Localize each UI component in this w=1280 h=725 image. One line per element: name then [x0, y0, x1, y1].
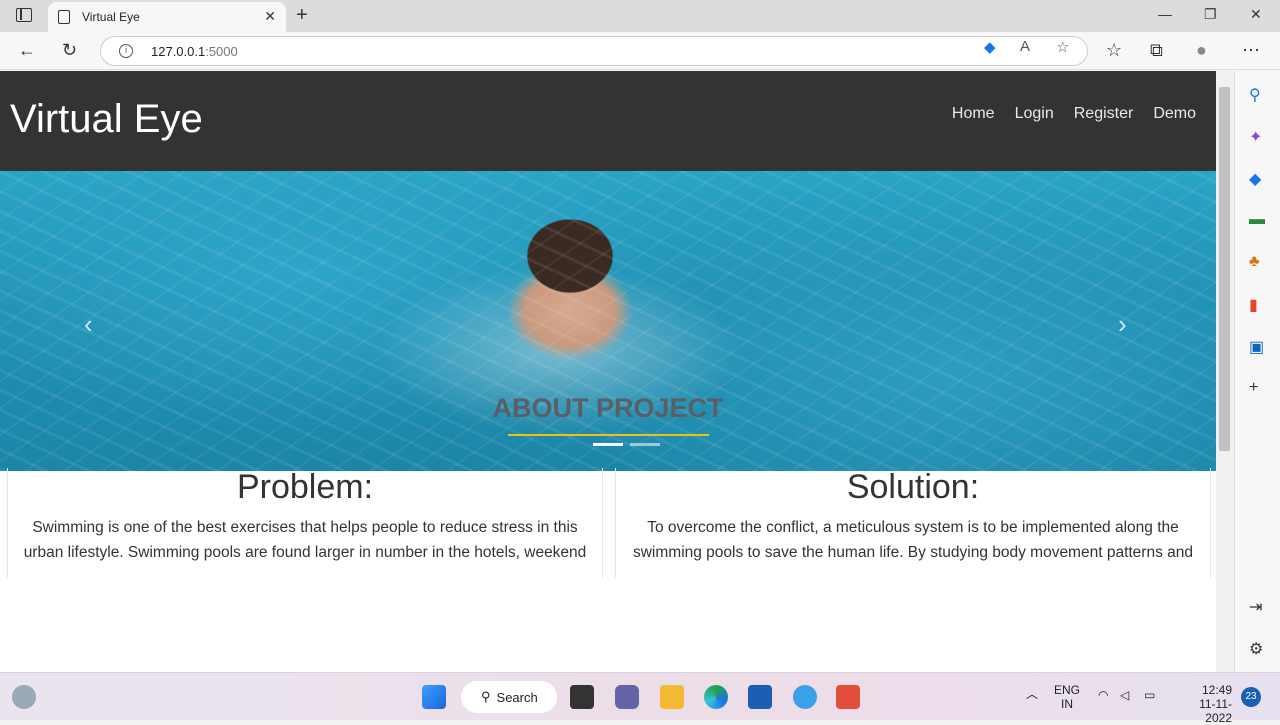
clock[interactable]: 12:49 11-11-2022	[1176, 683, 1232, 725]
settings-icon[interactable]: ⚙	[1249, 639, 1263, 659]
tab-actions-icon[interactable]	[16, 8, 32, 22]
search-icon[interactable]: ⚲	[1249, 85, 1261, 105]
about-underline	[508, 434, 709, 436]
hide-sidebar-icon[interactable]: ⇥	[1249, 597, 1262, 617]
language-indicator[interactable]: ENG IN	[1054, 683, 1080, 711]
tools-icon[interactable]: ▬	[1249, 211, 1265, 229]
menu-register[interactable]: Register	[1074, 105, 1134, 123]
clock-date: 11-11-2022	[1199, 697, 1232, 725]
start-icon[interactable]	[422, 685, 446, 709]
site-menu: Home Login Register Demo	[952, 105, 1196, 123]
browser-toolbar: ← ↻ i 127.0.0.1:5000 ◆ A ☆ ☆ ⧉ ● ⋯	[0, 32, 1280, 70]
copilot-icon[interactable]: ✦	[1249, 127, 1262, 147]
edge-sidebar: ⚲ ✦ ◆ ▬ ♣ ▮ ▣ + ⇥ ⚙	[1234, 71, 1280, 672]
taskbar-search-label: Search	[496, 689, 538, 705]
file-explorer-icon[interactable]	[660, 685, 684, 709]
store-icon[interactable]	[748, 685, 772, 709]
minimize-button[interactable]: —	[1158, 6, 1172, 22]
more-icon[interactable]: ⋯	[1242, 40, 1260, 61]
page-icon	[58, 10, 70, 24]
browser-tab[interactable]: Virtual Eye ✕	[48, 2, 286, 32]
refresh-icon[interactable]: ↻	[62, 40, 77, 61]
shopping-icon[interactable]: ◆	[1249, 169, 1261, 189]
battery-icon[interactable]: ▭	[1144, 688, 1155, 702]
tab-title: Virtual Eye	[82, 10, 140, 24]
carousel-prev-icon[interactable]: ‹	[84, 309, 93, 340]
carousel-indicator-1[interactable]	[593, 443, 623, 446]
favorites-icon[interactable]: ☆	[1106, 40, 1122, 61]
games-icon[interactable]: ♣	[1249, 253, 1260, 271]
clock-time: 12:49	[1201, 683, 1232, 697]
lang-bottom: IN	[1061, 697, 1073, 711]
edge-icon[interactable]	[704, 685, 728, 709]
taskbar-search[interactable]: ⚲ Search	[461, 681, 557, 713]
restore-button[interactable]: ❐	[1204, 6, 1217, 23]
read-aloud-icon[interactable]: A	[1020, 38, 1030, 55]
app-icon[interactable]	[836, 685, 860, 709]
problem-text: Swimming is one of the best exercises th…	[23, 519, 587, 561]
taskbar-search-icon: ⚲	[481, 689, 491, 704]
python-icon[interactable]	[793, 685, 817, 709]
menu-demo[interactable]: Demo	[1153, 105, 1196, 123]
close-tab-icon[interactable]: ✕	[264, 8, 276, 25]
carousel-indicator-2[interactable]	[630, 443, 660, 446]
add-icon[interactable]: +	[1249, 379, 1258, 397]
problem-title: Problem:	[236, 468, 374, 506]
office-icon[interactable]: ▮	[1249, 295, 1258, 315]
page-scrollbar[interactable]	[1216, 71, 1233, 672]
shopping-tag-icon[interactable]: ◆	[984, 38, 996, 56]
weather-icon[interactable]	[12, 685, 36, 709]
show-hidden-icons[interactable]: ︿	[1026, 687, 1038, 701]
about-heading: ABOUT PROJECT	[492, 393, 724, 423]
new-tab-button[interactable]: +	[296, 4, 308, 27]
hero-carousel: ‹ ›	[0, 171, 1216, 471]
task-view-icon[interactable]	[570, 685, 594, 709]
solution-title: Solution:	[846, 468, 980, 506]
solution-card: Solution: To overcome the conflict, a me…	[615, 468, 1211, 578]
chat-icon[interactable]	[615, 685, 639, 709]
url-host: 127.0.0.1	[151, 43, 206, 59]
url-port: :5000	[205, 43, 238, 59]
menu-home[interactable]: Home	[952, 105, 995, 123]
carousel-next-icon[interactable]: ›	[1118, 309, 1127, 340]
solution-text: To overcome the conflict, a meticulous s…	[632, 519, 1193, 561]
scroll-thumb[interactable]	[1219, 87, 1230, 451]
site-brand[interactable]: Virtual Eye	[10, 97, 203, 142]
browser-tab-bar: Virtual Eye ✕ + — ❐ ✕	[0, 0, 1280, 32]
windows-taskbar: ⚲ Search ︿ ENG IN ◠ ◁ ▭ 12:49 11-11-2022…	[0, 672, 1280, 725]
collections-icon[interactable]: ⧉	[1150, 40, 1163, 61]
volume-icon[interactable]: ◁	[1120, 688, 1129, 702]
outlook-icon[interactable]: ▣	[1249, 337, 1264, 357]
info-icon[interactable]: i	[119, 44, 133, 58]
lang-top: ENG	[1054, 683, 1081, 697]
notification-badge[interactable]: 23	[1241, 687, 1261, 707]
close-window-button[interactable]: ✕	[1250, 6, 1262, 23]
web-page: Virtual Eye Home Login Register Demo ‹ ›…	[0, 71, 1216, 672]
wifi-icon[interactable]: ◠	[1098, 688, 1108, 702]
address-bar[interactable]: i 127.0.0.1:5000	[100, 36, 1088, 66]
add-favorite-icon[interactable]: ☆	[1056, 38, 1069, 56]
profile-icon[interactable]: ●	[1196, 40, 1207, 61]
site-header: Virtual Eye Home Login Register Demo	[0, 71, 1216, 171]
problem-card: Problem: Swimming is one of the best exe…	[7, 468, 603, 578]
back-icon[interactable]: ←	[18, 40, 36, 61]
menu-login[interactable]: Login	[1015, 105, 1054, 123]
